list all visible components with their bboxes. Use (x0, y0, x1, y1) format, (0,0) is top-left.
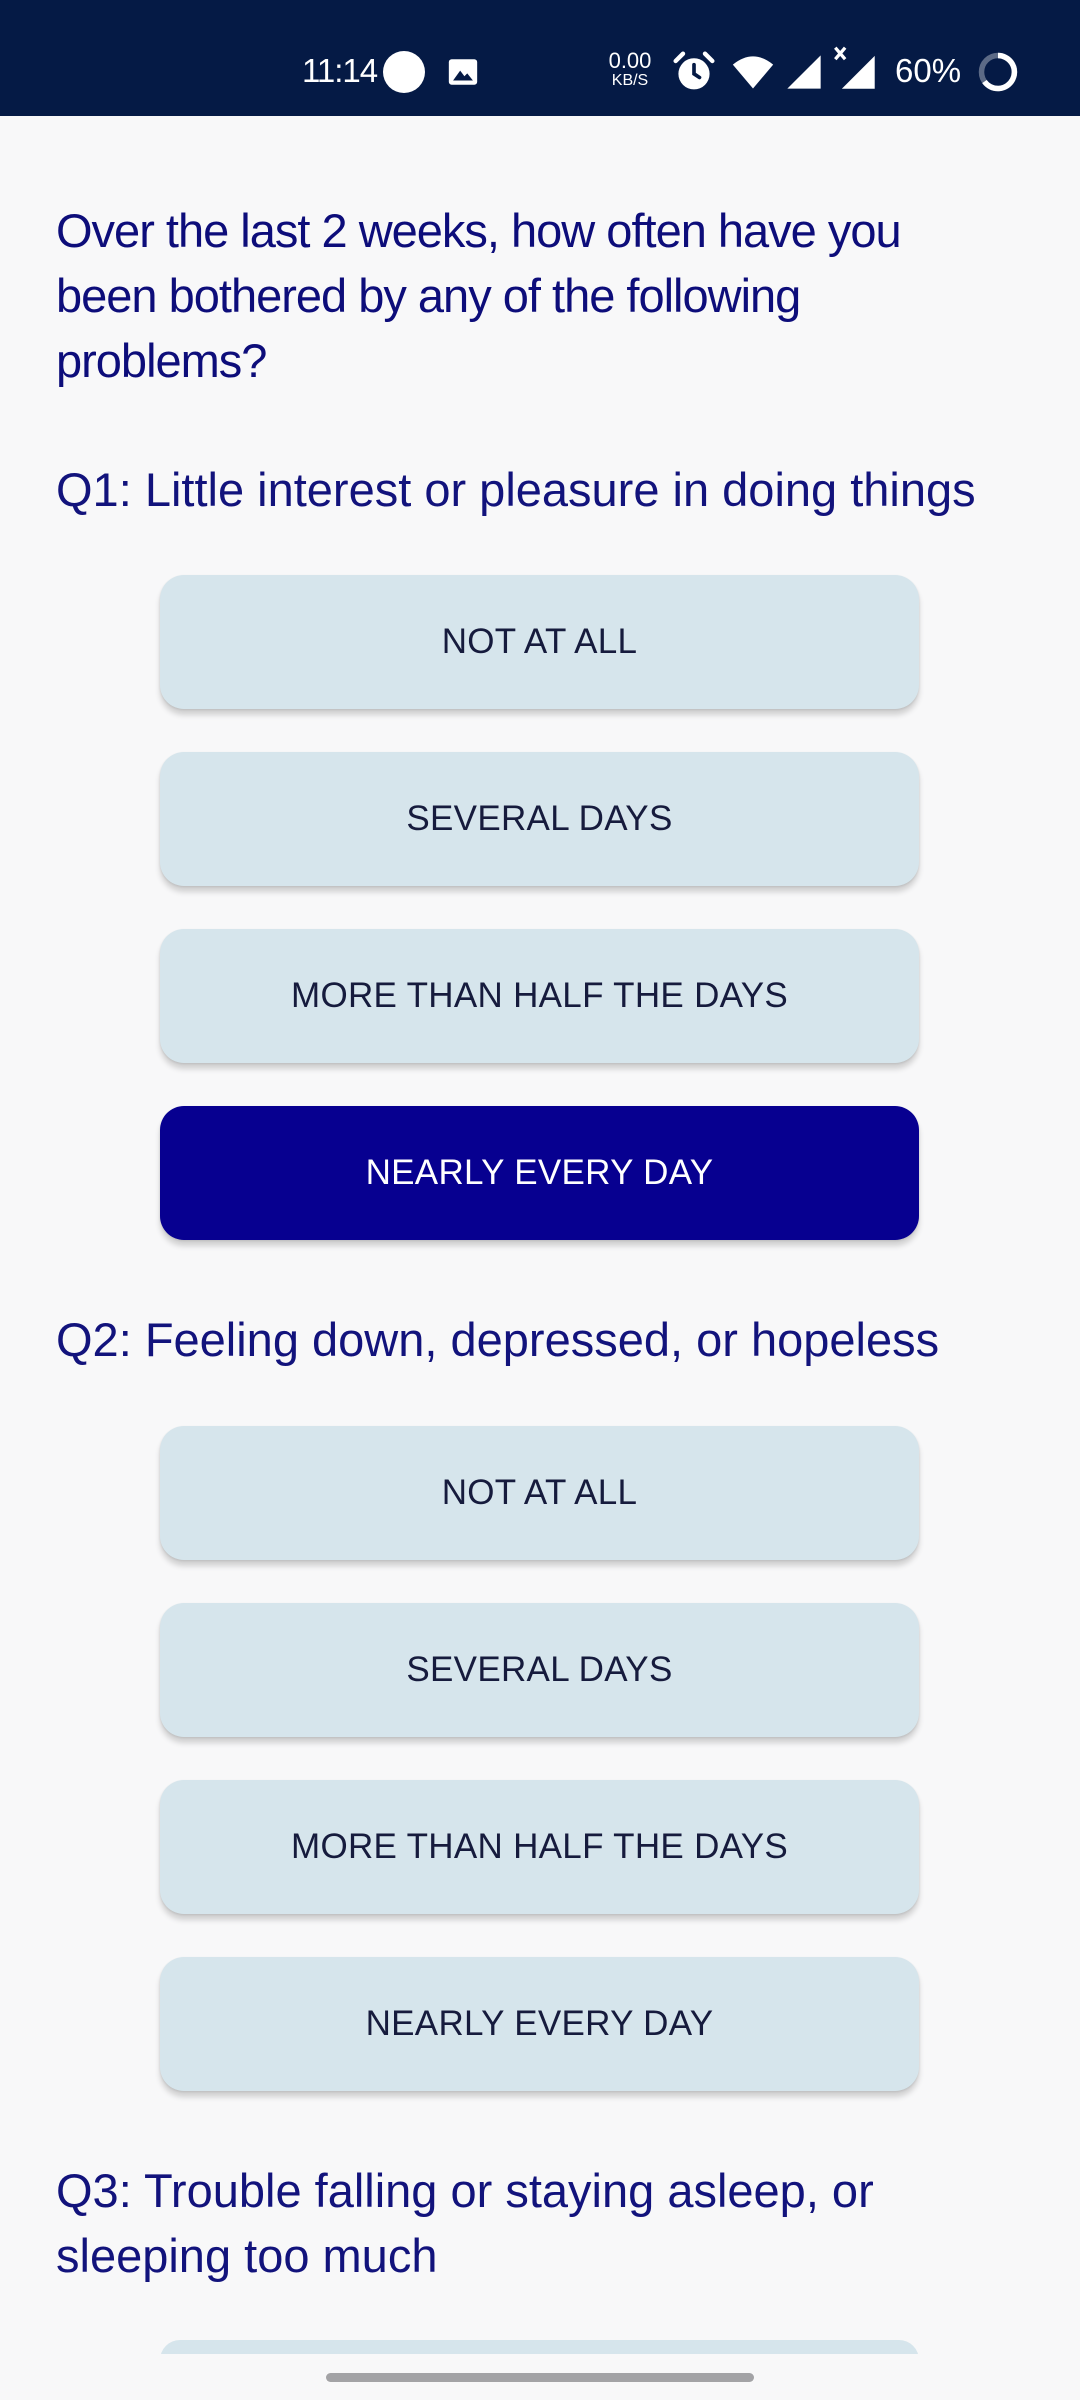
question-1-label: Q1: Little interest or pleasure in doing… (56, 463, 976, 516)
q2-option-several-days[interactable]: SEVERAL DAYS (160, 1603, 919, 1737)
status-bar: 11:14 0.00 KB/S 60% (0, 0, 1080, 116)
question-2-label: Q2: Feeling down, depressed, or hopeless (56, 1313, 940, 1366)
network-rate-unit: KB/S (611, 72, 649, 89)
circle-notification-icon (383, 51, 425, 93)
q2-option-more-than-half[interactable]: MORE THAN HALF THE DAYS (160, 1780, 919, 1914)
signal-no-data-icon (834, 46, 875, 89)
survey-intro: Over the last 2 weeks, how often have yo… (56, 204, 902, 387)
q1-option-several-days[interactable]: SEVERAL DAYS (160, 752, 919, 886)
network-rate-value: 0.00 (608, 48, 652, 73)
status-time: 11:14 (302, 52, 378, 89)
question-3-label: Q3: Trouble falling or staying asleep, o… (56, 2164, 874, 2282)
q1-option-more-than-half[interactable]: MORE THAN HALF THE DAYS (160, 929, 919, 1063)
signal-icon (787, 55, 821, 89)
q2-option-nearly-every-day[interactable]: NEARLY EVERY DAY (160, 1957, 919, 2091)
alarm-icon (673, 51, 715, 90)
battery-ring-icon (978, 52, 1018, 92)
battery-percent: 60% (895, 52, 962, 89)
wifi-icon (732, 56, 774, 89)
q1-option-not-at-all[interactable]: NOT AT ALL (160, 575, 919, 709)
q1-option-nearly-every-day[interactable]: NEARLY EVERY DAY (160, 1106, 919, 1240)
q2-option-not-at-all[interactable]: NOT AT ALL (160, 1426, 919, 1560)
image-icon (448, 59, 478, 85)
network-rate: 0.00 KB/S (604, 50, 656, 89)
home-indicator[interactable] (326, 2373, 754, 2382)
